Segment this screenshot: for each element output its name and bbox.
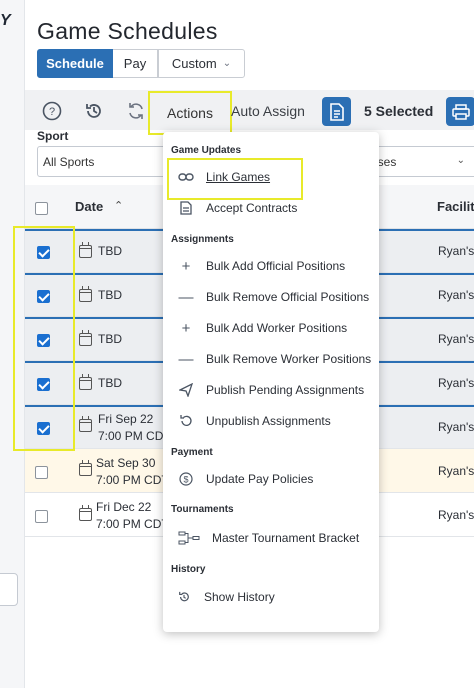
row-time: 7:00 PM CDT <box>98 429 171 443</box>
calendar-icon <box>79 242 92 258</box>
menu-section-payment: Payment <box>171 447 213 458</box>
calendar-icon <box>79 460 92 476</box>
select-all-checkbox[interactable] <box>35 202 48 215</box>
menu-section-tournaments: Tournaments <box>171 504 234 515</box>
menu-section-game-updates: Game Updates <box>171 145 242 156</box>
menu-item-unpublish[interactable]: Unpublish Assignments <box>168 408 374 434</box>
chevron-down-icon: ⌄ <box>222 58 232 69</box>
menu-item-bulk-remove-official[interactable]: — Bulk Remove Official Positions <box>168 284 374 310</box>
tab-custom-label: Custom <box>171 56 217 71</box>
row-time: 7:00 PM CDT <box>96 517 169 531</box>
send-icon <box>178 382 194 398</box>
menu-item-bulk-remove-worker[interactable]: — Bulk Remove Worker Positions <box>168 346 374 372</box>
actions-button[interactable]: Actions <box>148 91 232 135</box>
history-icon[interactable] <box>84 101 104 121</box>
plus-icon: + <box>181 319 191 337</box>
row-facility: Ryan's <box>438 288 474 302</box>
brand-logo: Y <box>0 12 11 29</box>
menu-item-label: Bulk Add Worker Positions <box>206 321 348 335</box>
menu-item-label: Update Pay Policies <box>206 472 314 486</box>
help-icon[interactable]: ? <box>42 101 62 121</box>
undo-icon <box>178 413 194 429</box>
menu-item-label: Master Tournament Bracket <box>212 531 360 545</box>
row-date: TBD <box>98 332 122 346</box>
row-date: Sat Sep 30 <box>96 456 156 470</box>
print-button[interactable] <box>446 97 474 126</box>
row-checkbox[interactable] <box>35 510 48 523</box>
menu-item-label: Unpublish Assignments <box>206 414 331 428</box>
document-icon <box>329 102 344 121</box>
minus-icon: — <box>178 350 194 368</box>
row-date: TBD <box>98 244 122 258</box>
bracket-icon <box>178 530 200 546</box>
row-date: Fri Dec 22 <box>96 500 152 514</box>
svg-text:?: ? <box>49 106 55 118</box>
sort-asc-icon[interactable]: ⌃ <box>114 199 123 212</box>
menu-item-show-history[interactable]: Show History <box>168 584 374 610</box>
calendar-icon <box>79 416 92 432</box>
menu-item-publish-pending[interactable]: Publish Pending Assignments <box>168 377 374 403</box>
print-icon <box>451 103 470 120</box>
link-games-highlight <box>167 158 303 200</box>
menu-item-accept-contracts[interactable]: Accept Contracts <box>168 195 374 221</box>
sidebar-input[interactable] <box>0 573 18 606</box>
tab-custom[interactable]: Custom ⌄ <box>158 49 245 78</box>
document-button[interactable] <box>322 97 351 126</box>
menu-item-label: Accept Contracts <box>206 201 298 215</box>
menu-item-label: Show History <box>204 590 275 604</box>
row-facility: Ryan's <box>438 244 474 258</box>
chevron-down-icon: ⌄ <box>456 155 465 166</box>
svg-text:$: $ <box>183 475 188 485</box>
refresh-icon[interactable] <box>126 101 146 121</box>
tab-pay[interactable]: Pay <box>113 49 158 78</box>
menu-item-bulk-add-official[interactable]: + Bulk Add Official Positions <box>168 253 374 279</box>
menu-section-assignments: Assignments <box>171 234 234 245</box>
tab-schedule[interactable]: Schedule <box>37 49 113 78</box>
menu-item-label: Bulk Add Official Positions <box>206 259 346 273</box>
row-facility: Ryan's <box>438 420 474 434</box>
page-title: Game Schedules <box>37 18 218 44</box>
row-time: 7:00 PM CDT <box>96 473 169 487</box>
document-icon <box>178 200 194 216</box>
menu-item-label: Bulk Remove Worker Positions <box>206 352 372 366</box>
auto-assign-button[interactable]: Auto Assign <box>231 103 305 119</box>
calendar-icon <box>79 330 92 346</box>
history-icon <box>176 589 192 605</box>
sport-filter-select[interactable]: All Sports <box>37 146 177 177</box>
calendar-icon <box>79 286 92 302</box>
plus-icon: + <box>181 257 191 275</box>
menu-item-label: Bulk Remove Official Positions <box>206 290 370 304</box>
menu-item-bulk-add-worker[interactable]: + Bulk Add Worker Positions <box>168 315 374 341</box>
row-facility: Ryan's <box>438 464 474 478</box>
menu-item-update-pay[interactable]: $ Update Pay Policies <box>168 466 374 492</box>
dollar-icon: $ <box>178 471 194 487</box>
column-header-facility[interactable]: Facility <box>437 199 474 214</box>
view-tabs: Schedule Pay Custom ⌄ <box>37 49 245 78</box>
selected-count: 5 Selected <box>364 103 434 119</box>
checkbox-highlight <box>13 226 75 451</box>
calendar-icon <box>79 374 92 390</box>
minus-icon: — <box>178 288 194 306</box>
row-facility: Ryan's <box>438 508 474 522</box>
row-date: Fri Sep 22 <box>98 412 154 426</box>
sport-filter-label: Sport <box>37 129 69 143</box>
row-date: TBD <box>98 288 122 302</box>
calendar-icon <box>79 505 92 521</box>
menu-item-master-bracket[interactable]: Master Tournament Bracket <box>168 525 374 551</box>
row-facility: Ryan's <box>438 376 474 390</box>
menu-section-history: History <box>171 564 206 575</box>
row-checkbox[interactable] <box>35 466 48 479</box>
menu-item-label: Publish Pending Assignments <box>206 383 365 397</box>
row-date: TBD <box>98 376 122 390</box>
row-facility: Ryan's <box>438 332 474 346</box>
column-header-date[interactable]: Date <box>75 199 103 214</box>
